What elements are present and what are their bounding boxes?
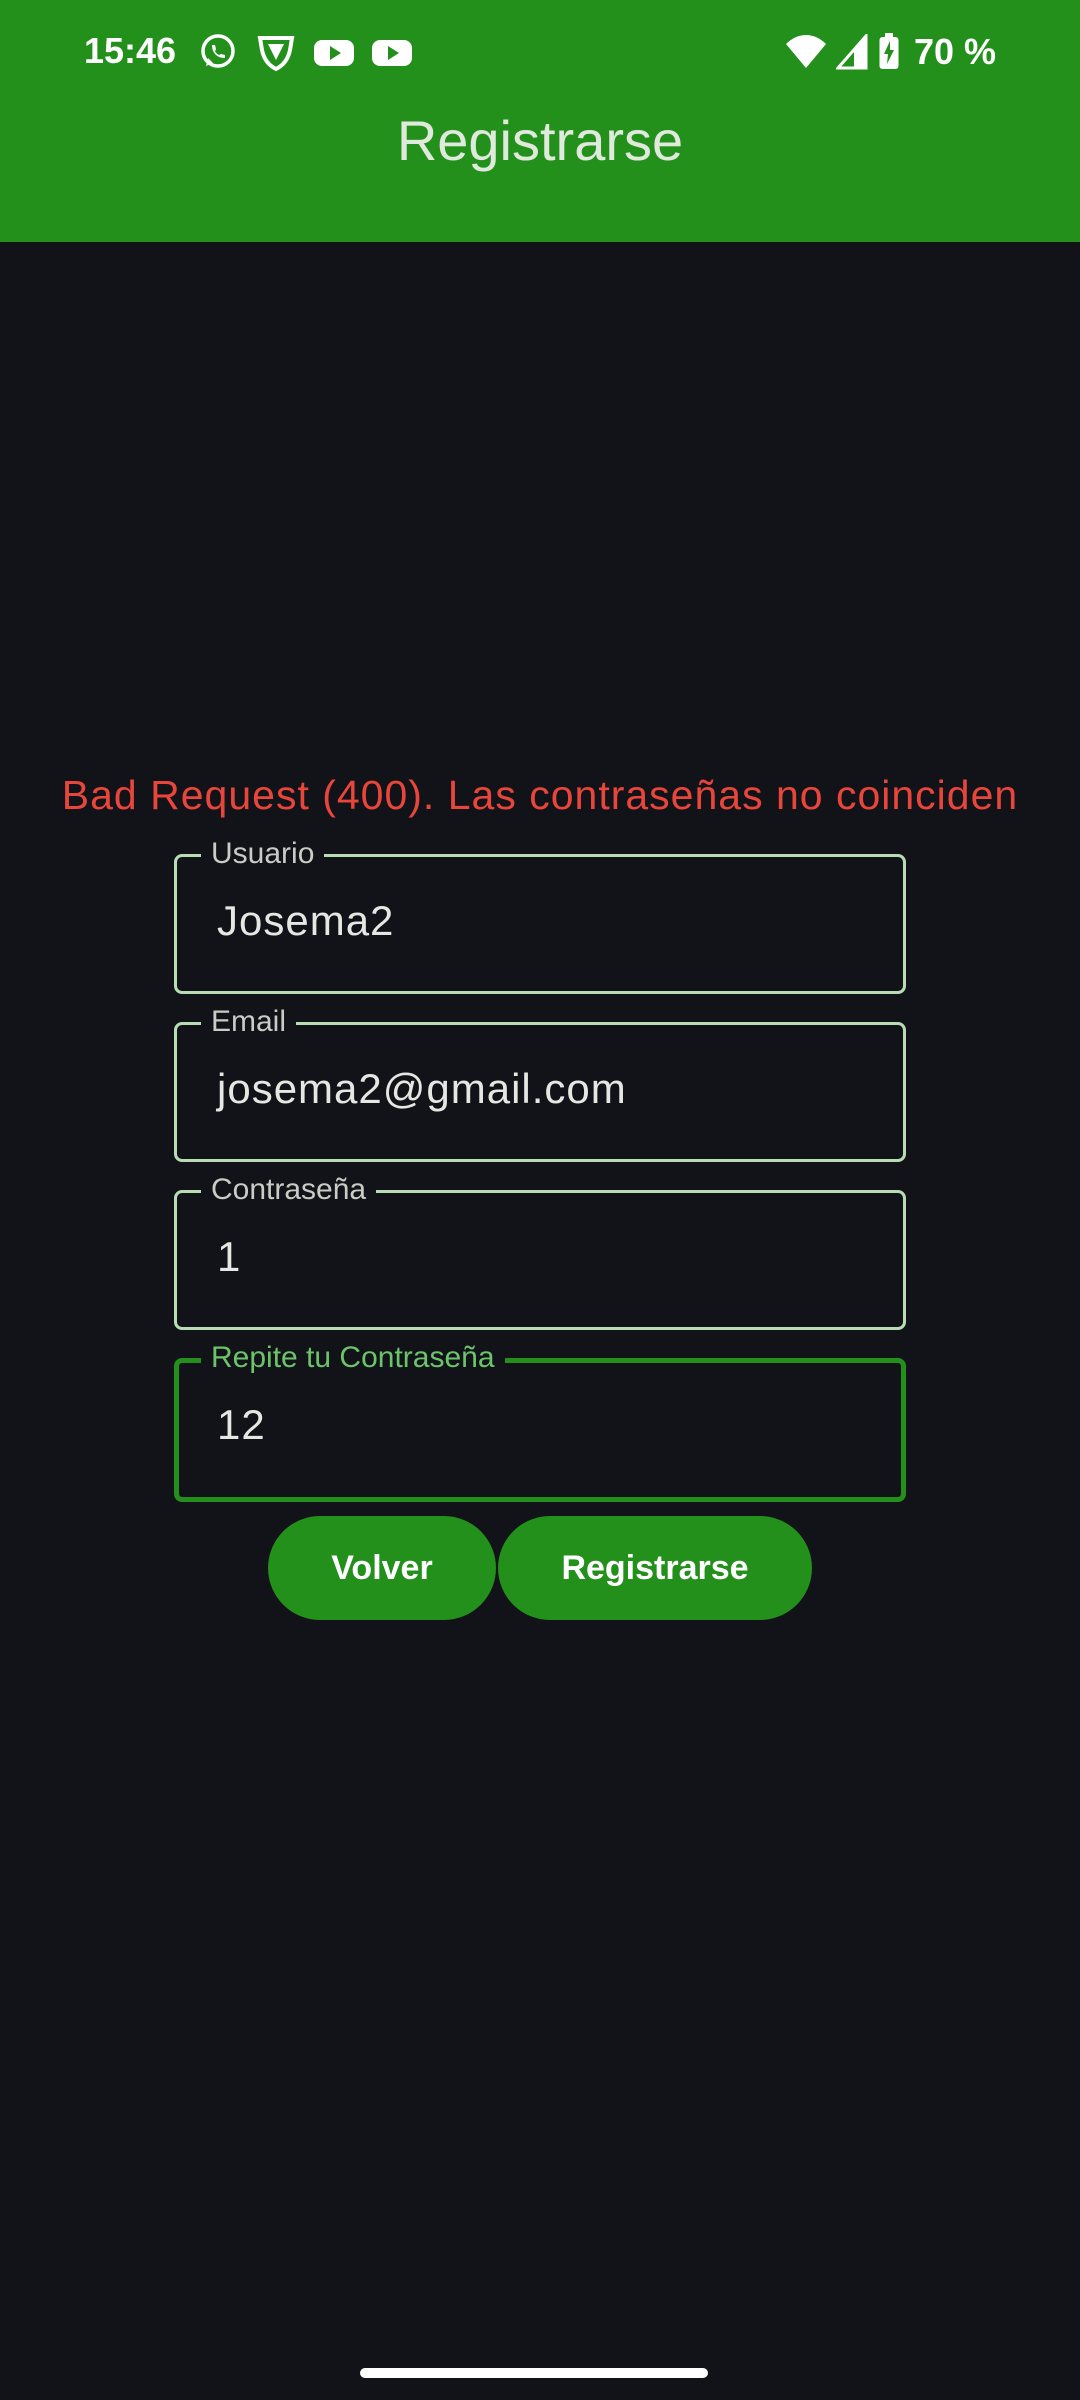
page-title: Registrarse [396, 109, 684, 172]
youtube-icon [314, 40, 354, 66]
status-time: 15:46 [84, 30, 177, 71]
cellular-signal-icon [835, 34, 868, 70]
back-button[interactable]: Volver [268, 1516, 496, 1620]
register-button[interactable]: Registrarse [498, 1516, 812, 1620]
battery-percent: 70 % [913, 31, 996, 72]
password-label: Contraseña [201, 1173, 377, 1207]
email-field[interactable]: Email josema2@gmail.com [174, 1005, 906, 1162]
app-bar: 15:46 70 % Registrarse [0, 0, 1080, 242]
repeat-password-label: Repite tu Contraseña [201, 1341, 505, 1375]
repeat-password-field[interactable]: Repite tu Contraseña 12 [174, 1341, 906, 1502]
status-right: 70 % [785, 30, 996, 74]
username-label: Usuario [201, 837, 325, 871]
password-field[interactable]: Contraseña 1 [174, 1173, 906, 1330]
gesture-home-bar[interactable] [360, 2368, 708, 2378]
error-message: Bad Request (400). Las contraseñas no co… [61, 772, 1019, 818]
email-label: Email [201, 1005, 297, 1039]
username-field[interactable]: Usuario Josema2 [174, 837, 906, 994]
password-value[interactable]: 1 [217, 1233, 241, 1281]
wifi-icon [785, 35, 826, 68]
username-value[interactable]: Josema2 [217, 897, 394, 945]
youtube-icon [372, 40, 412, 66]
email-value[interactable]: josema2@gmail.com [217, 1065, 627, 1113]
battery-charging-icon [879, 33, 899, 69]
vpn-shield-icon [257, 36, 295, 72]
repeat-password-value[interactable]: 12 [217, 1401, 266, 1449]
status-bar: 15:46 70 % [0, 0, 1080, 108]
whatsapp-icon [201, 34, 235, 68]
